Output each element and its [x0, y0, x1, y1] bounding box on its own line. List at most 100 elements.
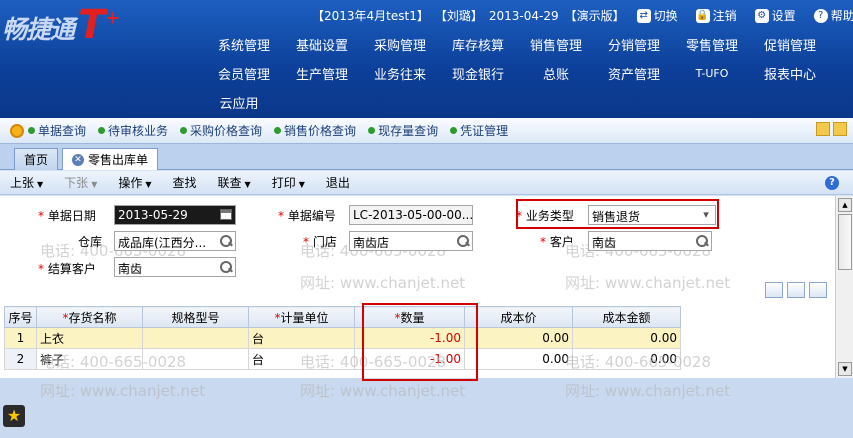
switch-icon: ⇄: [636, 8, 651, 23]
search-icon[interactable]: [457, 235, 469, 247]
table-row[interactable]: 1 上衣 台 -1.00 0.00 0.00: [4, 327, 681, 349]
customer-field[interactable]: 南齿: [588, 231, 712, 251]
row-index: 1: [4, 327, 37, 349]
watermark-site: 网址: www.chanjet.net: [40, 382, 206, 400]
cell-spec[interactable]: [142, 348, 249, 370]
cell-cost-amount[interactable]: 0.00: [572, 348, 681, 370]
favorites-star-icon[interactable]: ★: [3, 405, 25, 427]
vertical-scrollbar[interactable]: ▲ ▼: [835, 196, 853, 378]
store-field[interactable]: 南齿店: [349, 231, 473, 251]
col-header-qty[interactable]: *数量: [354, 306, 465, 328]
cell-unit[interactable]: 台: [248, 348, 355, 370]
folder-icon[interactable]: [833, 122, 847, 136]
menu-promotion[interactable]: 促销管理: [751, 35, 829, 54]
menu-system[interactable]: 系统管理: [205, 35, 283, 54]
quick-link-purchase-price[interactable]: 采购价格查询: [180, 122, 262, 139]
warehouse-field[interactable]: 成品库(江西分...: [114, 231, 236, 251]
menu-reports[interactable]: 报表中心: [751, 64, 829, 83]
scroll-up-icon[interactable]: ▲: [838, 198, 852, 212]
quick-link-doc-query[interactable]: 单据查询: [28, 122, 86, 139]
quick-link-sales-price[interactable]: 销售价格查询: [274, 122, 356, 139]
logout-link[interactable]: 🔒 注销: [695, 7, 743, 24]
linked-query-button[interactable]: 联查 ▼: [218, 174, 251, 191]
chevron-down-icon: ▼: [91, 180, 98, 189]
next-button[interactable]: 下张 ▼: [64, 174, 97, 191]
find-button[interactable]: 查找: [173, 174, 197, 191]
col-header-unit[interactable]: *计量单位: [248, 306, 355, 328]
help-link[interactable]: ? 帮助: [813, 7, 853, 24]
main-menu-row3: 云应用: [205, 88, 845, 117]
prev-button[interactable]: 上张 ▼: [10, 174, 43, 191]
cell-unit[interactable]: 台: [248, 327, 355, 349]
customer-label: * 客户: [540, 235, 574, 249]
col-header-spec[interactable]: 规格型号: [142, 306, 249, 328]
calendar-icon[interactable]: [220, 209, 232, 220]
document-form: 电话: 400-665-0028 电话: 400-665-0028 电话: 40…: [0, 196, 835, 306]
cell-cost-price[interactable]: 0.00: [464, 348, 573, 370]
col-header-cost-amount[interactable]: 成本金额: [572, 306, 681, 328]
tab-bar: 首页 ✕ 零售出库单: [0, 144, 853, 170]
copy-icon[interactable]: [765, 282, 783, 298]
settle-customer-field[interactable]: 南齿: [114, 257, 236, 277]
menu-cloud[interactable]: 云应用: [205, 93, 273, 112]
scroll-down-icon[interactable]: ▼: [838, 362, 852, 376]
exit-button[interactable]: 退出: [326, 174, 350, 191]
menu-production[interactable]: 生产管理: [283, 64, 361, 83]
menu-distribution[interactable]: 分销管理: [595, 35, 673, 54]
menu-member[interactable]: 会员管理: [205, 64, 283, 83]
doc-no-field[interactable]: LC-2013-05-00-00...: [349, 205, 473, 225]
cell-qty[interactable]: -1.00: [354, 327, 465, 349]
close-icon[interactable]: ✕: [71, 153, 84, 166]
excel-export-icon[interactable]: [809, 282, 827, 298]
paste-icon[interactable]: [787, 282, 805, 298]
col-header-index[interactable]: 序号: [4, 306, 37, 328]
table-row[interactable]: 2 裤子 台 -1.00 0.00 0.00: [4, 348, 681, 370]
user-label: 【刘璐】: [434, 9, 483, 23]
cell-cost-amount[interactable]: 0.00: [572, 327, 681, 349]
cell-qty[interactable]: -1.00: [354, 348, 465, 370]
col-header-cost-price[interactable]: 成本价: [464, 306, 573, 328]
cell-spec[interactable]: [142, 327, 249, 349]
print-button[interactable]: 打印 ▼: [272, 174, 305, 191]
quick-link-stock[interactable]: 现存量查询: [368, 122, 438, 139]
main-menu-row1: 系统管理 基础设置 采购管理 库存核算 销售管理 分销管理 零售管理 促销管理: [205, 30, 845, 59]
menu-cash-bank[interactable]: 现金银行: [439, 64, 517, 83]
operation-button[interactable]: 操作 ▼: [118, 174, 151, 191]
store-label: * 门店: [303, 235, 337, 249]
chevron-down-icon: ▼: [37, 180, 44, 189]
col-header-name[interactable]: *存货名称: [36, 306, 143, 328]
tab-home[interactable]: 首页: [14, 148, 58, 170]
cell-cost-price[interactable]: 0.00: [464, 327, 573, 349]
switch-link[interactable]: ⇄ 切换: [636, 7, 684, 24]
bullet-icon: [180, 127, 188, 134]
grid-tools: [761, 282, 827, 298]
watermark-site: 网址: www.chanjet.net: [300, 274, 466, 292]
menu-sales[interactable]: 销售管理: [517, 35, 595, 54]
settings-link[interactable]: ⚙ 设置: [754, 7, 802, 24]
quick-link-voucher[interactable]: 凭证管理: [450, 122, 508, 139]
help-icon[interactable]: ?: [825, 176, 839, 190]
main-menu-row2: 会员管理 生产管理 业务往来 现金银行 总账 资产管理 T-UFO 报表中心: [205, 59, 845, 88]
menu-business[interactable]: 业务往来: [361, 64, 439, 83]
scroll-thumb[interactable]: [838, 214, 852, 270]
search-icon[interactable]: [220, 235, 232, 247]
cell-name[interactable]: 裤子: [36, 348, 143, 370]
menu-retail[interactable]: 零售管理: [673, 35, 751, 54]
menu-assets[interactable]: 资产管理: [595, 64, 673, 83]
biz-type-label: * 业务类型: [516, 209, 574, 223]
quick-link-pending[interactable]: 待审核业务: [98, 122, 168, 139]
search-icon[interactable]: [220, 261, 232, 273]
menu-t-ufo[interactable]: T-UFO: [673, 67, 751, 80]
search-icon[interactable]: [696, 235, 708, 247]
quick-links-bar: 单据查询 待审核业务 采购价格查询 销售价格查询 现存量查询 凭证管理: [0, 118, 853, 144]
cell-name[interactable]: 上衣: [36, 327, 143, 349]
menu-inventory[interactable]: 库存核算: [439, 35, 517, 54]
date-field[interactable]: 2013-05-29: [114, 205, 236, 225]
menu-ledger[interactable]: 总账: [517, 64, 595, 83]
biz-type-select[interactable]: 销售退货 ▾: [588, 205, 716, 225]
chevron-down-icon[interactable]: ▾: [699, 208, 713, 222]
folder-icon[interactable]: [816, 122, 830, 136]
menu-basic[interactable]: 基础设置: [283, 35, 361, 54]
tab-retail-outbound[interactable]: ✕ 零售出库单: [62, 148, 158, 170]
menu-purchase[interactable]: 采购管理: [361, 35, 439, 54]
